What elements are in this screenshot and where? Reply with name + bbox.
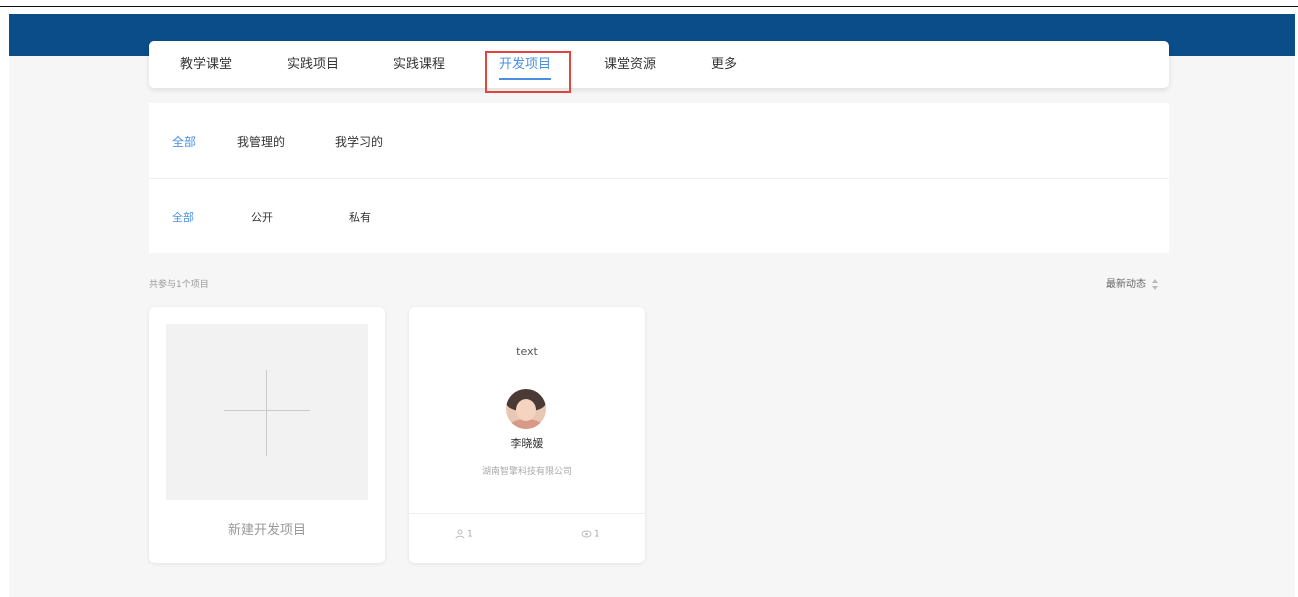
- view-count-value: 1: [594, 529, 600, 540]
- sort-control[interactable]: 最新动态: [1106, 275, 1158, 290]
- main-tabs: 教学课堂 实践项目 实践课程 开发项目 课堂资源 更多: [149, 41, 1169, 93]
- filter-public[interactable]: 公开: [251, 209, 273, 225]
- ownership-filter-row: 全部 我管理的 我学习的: [149, 103, 1169, 178]
- project-count: 共参与1个项目: [149, 280, 209, 290]
- tab-dev-projects-label: 开发项目: [499, 57, 552, 72]
- filter-learning[interactable]: 我学习的: [335, 133, 383, 150]
- tab-more[interactable]: 更多: [711, 41, 737, 88]
- eye-icon: [581, 530, 592, 538]
- avatar: [506, 389, 546, 429]
- project-title: text: [516, 345, 538, 358]
- tab-class-resources[interactable]: 课堂资源: [604, 41, 656, 88]
- tab-practice-projects[interactable]: 实践项目: [287, 41, 339, 88]
- owner-name: 李晓媛: [510, 437, 544, 450]
- tab-practice-courses[interactable]: 实践课程: [393, 41, 445, 88]
- filter-all[interactable]: 全部: [172, 133, 196, 150]
- project-card[interactable]: text 李晓媛 湖南智擎科技有限公司 1 1: [409, 307, 645, 563]
- filter-panel: 全部 我管理的 我学习的 全部 公开 私有: [149, 103, 1169, 253]
- top-rule: [0, 0, 1298, 7]
- active-tab-underline: [499, 78, 552, 80]
- member-count-value: 1: [467, 529, 473, 540]
- owner-organization: 湖南智擎科技有限公司: [481, 467, 572, 477]
- sort-label: 最新动态: [1106, 279, 1146, 290]
- card-divider: [409, 513, 645, 514]
- new-project-label: 新建开发项目: [227, 523, 306, 538]
- tab-teaching-classroom[interactable]: 教学课堂: [180, 41, 232, 88]
- filter-private[interactable]: 私有: [349, 209, 371, 225]
- visibility-filter-row: 全部 公开 私有: [149, 178, 1169, 254]
- filter-visibility-all[interactable]: 全部: [172, 209, 194, 225]
- new-project-placeholder: [166, 324, 368, 500]
- filter-managed[interactable]: 我管理的: [237, 133, 285, 150]
- new-project-card[interactable]: 新建开发项目: [149, 307, 385, 563]
- plus-icon: [224, 410, 310, 411]
- page: 教学课堂 实践项目 实践课程 开发项目 课堂资源 更多 全部 我管理的 我学习的…: [9, 14, 1295, 597]
- member-count: 1: [455, 529, 473, 540]
- tab-dev-projects[interactable]: 开发项目: [499, 41, 552, 88]
- plus-icon-vertical: [266, 370, 267, 456]
- sort-arrows-icon: [1152, 278, 1158, 290]
- member-icon: [455, 529, 465, 539]
- view-count: 1: [581, 529, 600, 540]
